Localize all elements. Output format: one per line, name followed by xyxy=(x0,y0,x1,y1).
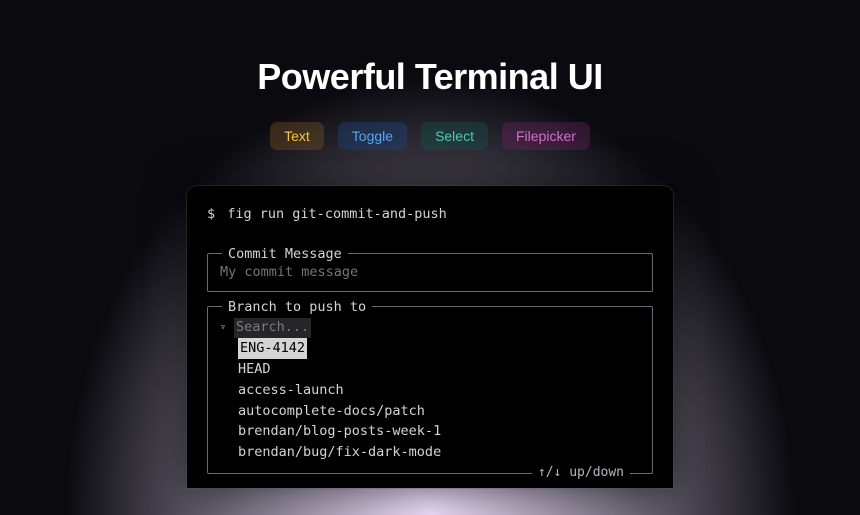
page-heading: Powerful Terminal UI xyxy=(257,56,602,98)
tab-row: Text Toggle Select Filepicker xyxy=(270,122,590,150)
branch-search-input[interactable]: Search... xyxy=(234,317,311,338)
command-text: fig run git-commit-and-push xyxy=(227,206,446,222)
branch-item[interactable]: access-launch xyxy=(238,380,640,401)
tab-select[interactable]: Select xyxy=(421,122,488,150)
terminal-window: $ fig run git-commit-and-push Commit Mes… xyxy=(187,186,673,488)
tab-toggle[interactable]: Toggle xyxy=(338,122,407,150)
prompt-symbol: $ xyxy=(207,206,215,222)
prompt-line: $ fig run git-commit-and-push xyxy=(207,204,653,225)
branch-item[interactable]: autocomplete-docs/patch xyxy=(238,401,640,422)
branch-select-field: Branch to push to ▿ Search... ENG-4142 H… xyxy=(207,306,653,474)
branch-item[interactable]: brendan/bug/fix-dark-mode xyxy=(238,442,640,463)
tab-text[interactable]: Text xyxy=(270,122,324,150)
branch-search-row: ▿ Search... xyxy=(220,317,640,338)
tab-filepicker[interactable]: Filepicker xyxy=(502,122,590,150)
branch-item[interactable]: ENG-4142 xyxy=(238,338,640,359)
navigation-hint: ↑/↓ up/down xyxy=(532,463,630,483)
caret-down-icon: ▿ xyxy=(220,320,226,336)
branch-item[interactable]: HEAD xyxy=(238,359,640,380)
branch-item[interactable]: brendan/blog-posts-week-1 xyxy=(238,421,640,442)
commit-message-input[interactable] xyxy=(220,264,640,280)
branch-list[interactable]: ENG-4142 HEAD access-launch autocomplete… xyxy=(220,338,640,464)
branch-item-selected[interactable]: ENG-4142 xyxy=(238,338,307,359)
branch-select-label: Branch to push to xyxy=(222,297,372,318)
commit-message-label: Commit Message xyxy=(222,244,348,265)
commit-message-field: Commit Message xyxy=(207,253,653,292)
